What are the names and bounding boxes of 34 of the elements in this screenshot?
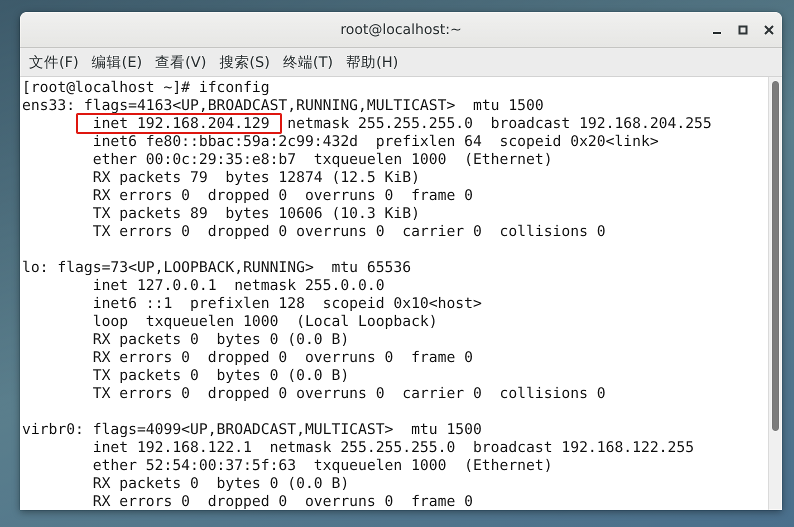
menu-item[interactable]: 编辑(E) xyxy=(86,52,150,72)
menu-item[interactable]: 搜索(S) xyxy=(214,52,278,72)
menu-item[interactable]: 帮助(H) xyxy=(341,52,406,72)
output-line: RX packets 79 bytes 12874 (12.5 KiB) xyxy=(92,169,421,187)
output-line: loop txqueuelen 1000 (Local Loopback) xyxy=(92,313,439,331)
maximize-icon[interactable] xyxy=(738,24,748,34)
output-line: RX packets 0 bytes 0 (0.0 B) xyxy=(92,475,350,493)
output-line: inet6 ::1 prefixlen 128 scopeid 0x10<host> xyxy=(92,295,483,313)
interface-header: ens33: flags=4163<UP,BROADCAST,RUNNING,MULTICAST> mtu 1500 xyxy=(22,97,545,115)
menu-item[interactable]: 终端(T) xyxy=(278,52,342,72)
window-title: root@localhost:~ xyxy=(340,22,462,38)
output-line: RX errors 0 dropped 0 overruns 0 frame 0 xyxy=(92,493,474,510)
command-prompt: [root@localhost ~]# ifconfig xyxy=(22,79,271,97)
menu-item[interactable]: 查看(V) xyxy=(150,52,214,72)
output-text: netmask 255.255.255.0 broadcast 192.168.204.255 xyxy=(286,115,712,132)
output-line: inet 192.168.122.1 netmask 255.255.255.0 broadcast 192.168.122.255 xyxy=(92,439,696,457)
output-line: TX packets 89 bytes 10606 (10.3 KiB) xyxy=(92,205,421,223)
scrollbar-thumb[interactable] xyxy=(772,81,779,431)
output-line: ether 52:54:00:37:5f:63 txqueuelen 1000 (Ethernet) xyxy=(92,457,554,475)
output-line: ether 00:0c:29:35:e8:b7 txqueuelen 1000 (Ethernet) xyxy=(92,151,554,169)
highlighted-text: inet 192.168.204.129 xyxy=(76,113,282,134)
output-line: TX errors 0 dropped 0 overruns 0 carrier 0 collisions 0 xyxy=(92,385,607,403)
scrollbar[interactable] xyxy=(768,77,782,510)
output-line: inet 127.0.0.1 netmask 255.0.0.0 xyxy=(92,277,386,295)
close-icon[interactable] xyxy=(764,24,774,34)
output-line: RX errors 0 dropped 0 overruns 0 frame 0 xyxy=(92,349,474,367)
output-line: RX errors 0 dropped 0 overruns 0 frame 0 xyxy=(92,187,474,205)
interface-header: lo: flags=73<UP,LOOPBACK,RUNNING> mtu 65536 xyxy=(22,259,412,277)
interface-header: virbr0: flags=4099<UP,BROADCAST,MULTICAST> mtu 1500 xyxy=(22,421,483,439)
output-line: TX packets 0 bytes 0 (0.0 B) xyxy=(92,367,350,385)
output-line: RX packets 0 bytes 0 (0.0 B) xyxy=(92,331,350,349)
output-line: inet6 fe80::bbac:59a:2c99:432d prefixlen 64 scopeid 0x20<link> xyxy=(92,133,660,151)
menu-item[interactable]: 文件(F) xyxy=(24,52,87,72)
output-line: TX errors 0 dropped 0 overruns 0 carrier 0 collisions 0 xyxy=(92,223,607,241)
